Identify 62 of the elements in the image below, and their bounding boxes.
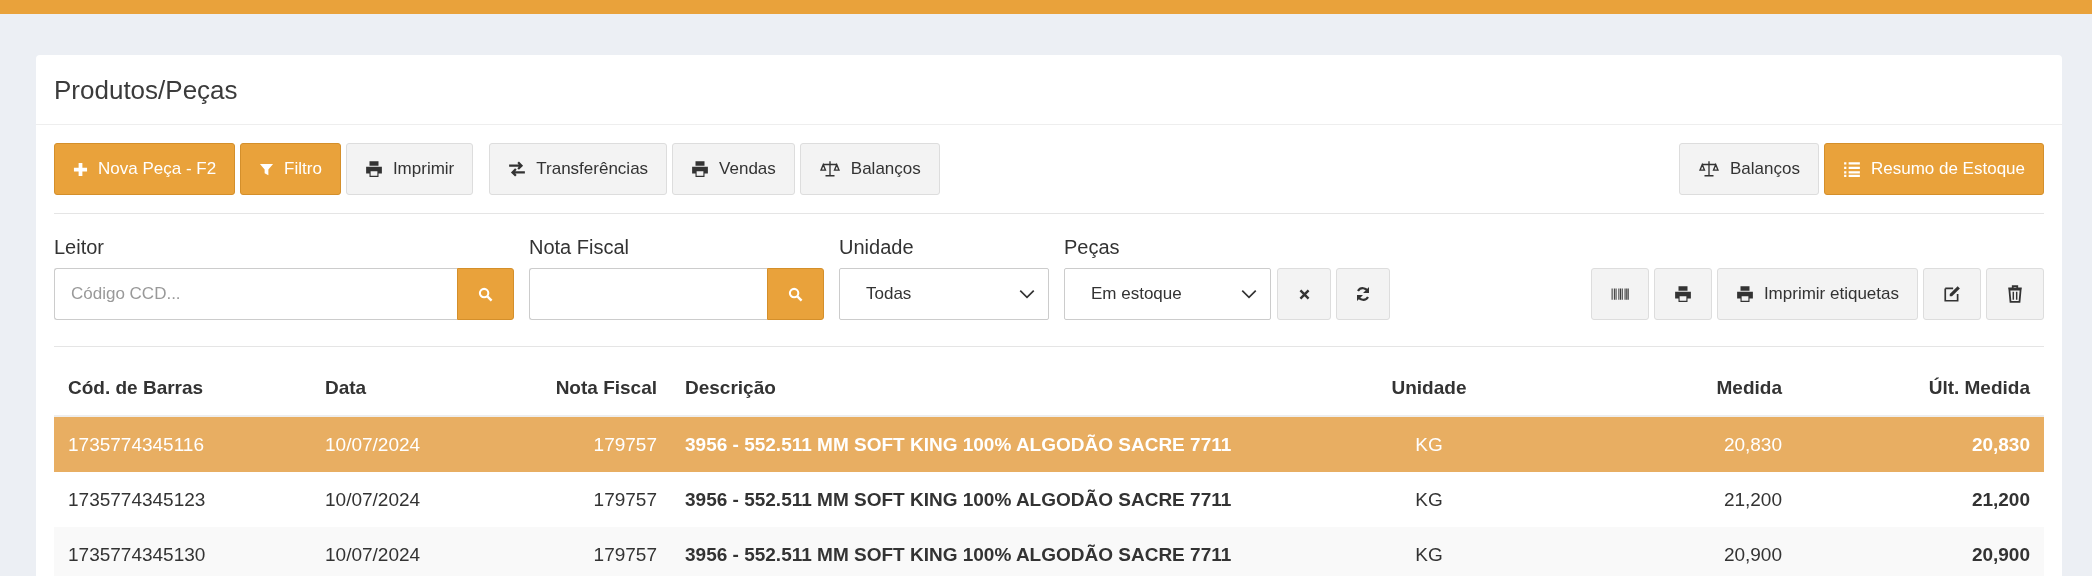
table-cell: 21,200 [1796,472,2044,527]
search-icon [788,286,803,302]
table-cell: KG [1320,472,1538,527]
print-button[interactable]: Imprimir [345,143,474,195]
table-cell: 10/07/2024 [311,527,509,576]
search-button[interactable] [457,268,514,320]
search-button[interactable] [767,268,824,320]
sales-button[interactable]: Vendas [672,143,795,195]
balances-button[interactable]: Balanços [1679,143,1819,195]
field-label: Nota Fiscal [529,236,631,259]
table-row[interactable]: 1735774345123 10/07/2024 179757 3956 - 552.511 MM SOFT KING 100% ALGODÃO SACRE 7711 KG 21,200 21,200 [54,472,2044,527]
field-label: Leitor [54,236,106,259]
edit-button[interactable] [1923,268,1981,320]
close-icon [1297,287,1311,301]
table-cell: 3956 - 552.511 MM SOFT KING 100% ALGODÃO SACRE 7711 [671,416,1320,472]
transfers-button[interactable]: Transferências [489,143,668,195]
edit-icon [1943,285,1961,303]
delete-button[interactable] [1986,268,2044,320]
scale-icon [1698,160,1720,178]
barcode-button[interactable] [1590,268,1649,320]
table-cell: 20,830 [1538,416,1796,472]
unit-dropdown[interactable]: Todas [839,268,1049,320]
table-row[interactable]: 1735774345130 10/07/2024 179757 3956 - 552.511 MM SOFT KING 100% ALGODÃO SACRE 7711 KG 20,900 20,900 [54,527,2044,576]
printer-icon [691,160,710,178]
table-cell: 20,830 [1796,416,2044,472]
table-cell: 179757 [509,527,671,576]
list-icon [1842,160,1861,178]
refresh-button[interactable] [1336,268,1390,320]
page-title: Produtos/Peças [54,75,238,105]
table-cell: 179757 [509,472,671,527]
print-labels-button[interactable]: Imprimir etiquetas [1716,268,1918,320]
plus-icon [73,161,88,177]
field-label: Peças [1064,236,1121,259]
field-label: Unidade [839,236,915,259]
barcode-icon [1610,285,1629,303]
barcode-reader-field[interactable]: Código CCD... [54,268,457,320]
table-cell: 179757 [509,416,671,472]
balances-button[interactable]: Balanços [799,143,940,195]
table-cell: 1735774345123 [54,472,311,527]
table-cell: 21,200 [1538,472,1796,527]
printer-icon [1735,285,1754,303]
printer-icon [1673,285,1692,303]
table-cell: 10/07/2024 [311,416,509,472]
table-cell: KG [1320,527,1538,576]
table-cell: 1735774345116 [54,416,311,472]
table-cell: 10/07/2024 [311,472,509,527]
scale-icon [818,160,841,178]
table-cell: 3956 - 552.511 MM SOFT KING 100% ALGODÃO SACRE 7711 [671,472,1320,527]
parts-dropdown[interactable]: Em estoque [1064,268,1271,320]
trash-icon [2006,285,2024,303]
funnel-icon [259,161,275,177]
table-cell: 20,900 [1796,527,2044,576]
table-cell: 20,900 [1538,527,1796,576]
table-cell: KG [1320,416,1538,472]
table-cell: 3956 - 552.511 MM SOFT KING 100% ALGODÃO SACRE 7711 [671,527,1320,576]
print-button[interactable] [1653,268,1712,320]
table-cell: 1735774345130 [54,527,311,576]
invoice-field[interactable] [529,268,767,320]
refresh-icon [1355,286,1371,302]
printer-icon [364,160,383,178]
search-icon [478,286,493,302]
swap-arrows-icon [508,160,527,178]
